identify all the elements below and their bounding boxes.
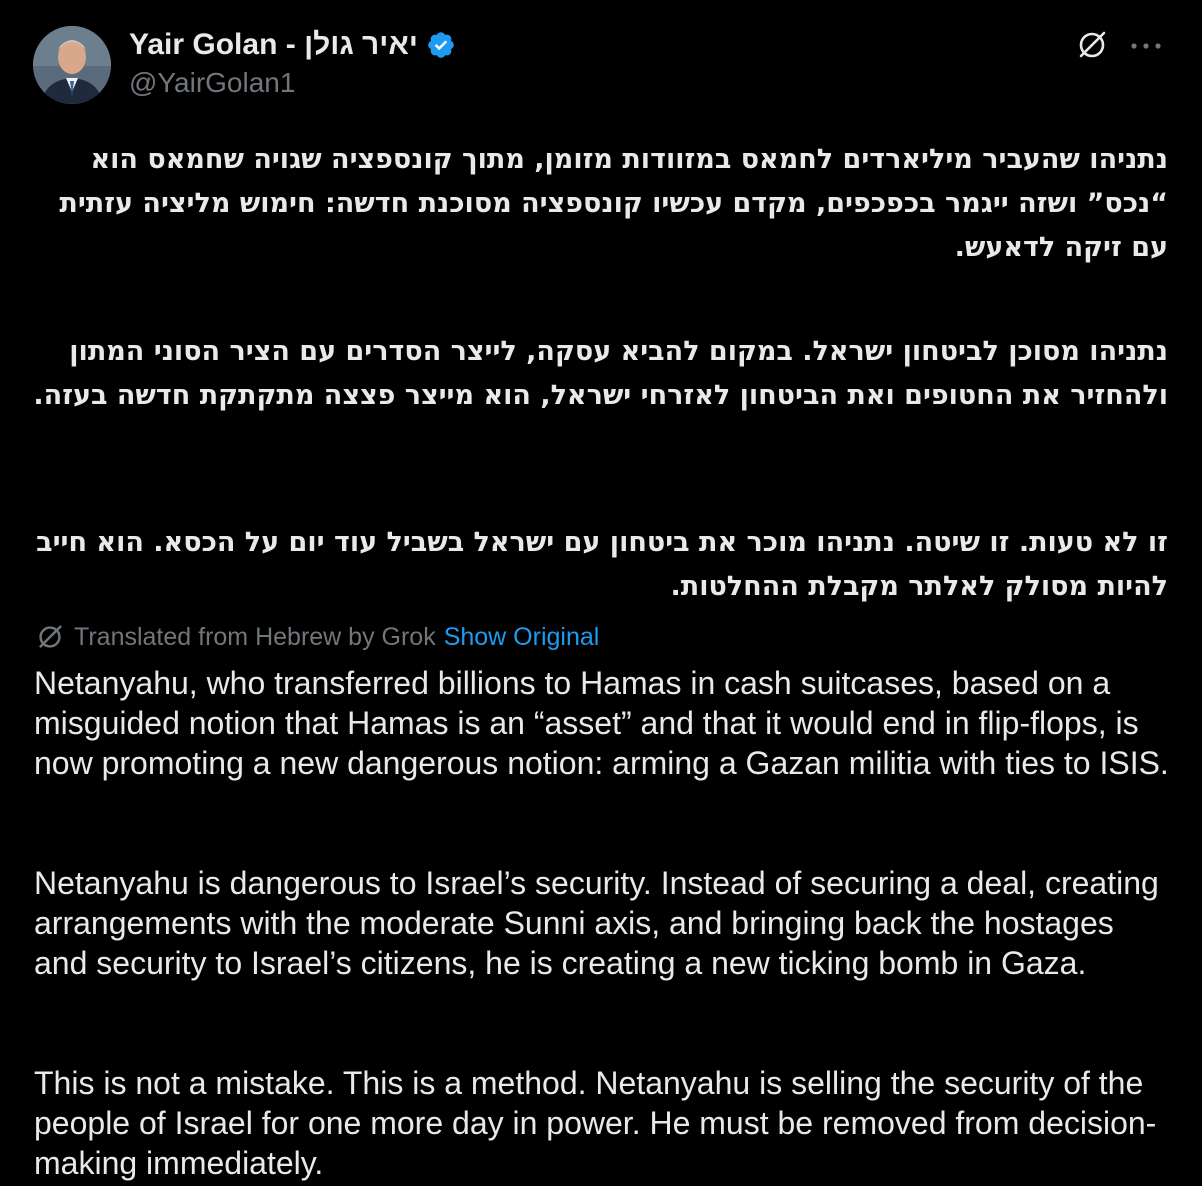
english-paragraph-1: Netanyahu, who transferred billions to H… bbox=[34, 663, 1174, 783]
show-original-link[interactable]: Show Original bbox=[444, 623, 600, 652]
hebrew-paragraph-2-text: נתניהו מסוכן לביטחון ישראל. במקום להביא … bbox=[33, 336, 1168, 411]
author-name-row: Yair Golan - יאיר גולן bbox=[129, 26, 456, 64]
english-paragraph-2: Netanyahu is dangerous to Israel’s secur… bbox=[34, 863, 1174, 983]
hebrew-paragraph-2: נתניהו מסוכן לביטחון ישראל. במקום להביא … bbox=[30, 330, 1168, 418]
tweet-card: Yair Golan - יאיר גולן @YairGolan1 נתניה… bbox=[0, 0, 1202, 1186]
grok-icon[interactable] bbox=[1075, 28, 1109, 62]
author-handle[interactable]: @YairGolan1 bbox=[129, 67, 295, 99]
grok-translate-icon bbox=[34, 621, 66, 653]
english-paragraph-2-text: Netanyahu is dangerous to Israel’s secur… bbox=[34, 865, 1159, 981]
hebrew-paragraph-3: זו לא טעות. זו שיטה. נתניהו מוכר את ביטח… bbox=[30, 521, 1168, 609]
english-paragraph-3-text: This is not a mistake. This is a method.… bbox=[34, 1065, 1157, 1181]
english-paragraph-1-text: Netanyahu, who transferred billions to H… bbox=[34, 665, 1169, 781]
verified-badge-icon[interactable] bbox=[426, 30, 456, 60]
author-avatar[interactable] bbox=[33, 26, 111, 104]
translation-notice: Translated from Hebrew by Grok Show Orig… bbox=[34, 620, 599, 654]
author-display-name[interactable]: Yair Golan - יאיר גולן bbox=[129, 28, 418, 62]
hebrew-paragraph-1: נתניהו שהעביר מיליארדים לחמאס במזוודות מ… bbox=[30, 138, 1168, 270]
more-options-icon[interactable] bbox=[1128, 36, 1164, 56]
english-paragraph-3: This is not a mistake. This is a method.… bbox=[34, 1063, 1174, 1183]
translated-from-label: Translated from Hebrew by Grok bbox=[74, 622, 436, 651]
person-portrait-avatar-icon bbox=[33, 26, 111, 104]
hebrew-paragraph-3-text: זו לא טעות. זו שיטה. נתניהו מוכר את ביטח… bbox=[36, 527, 1168, 602]
hebrew-paragraph-1-text: נתניהו שהעביר מיליארדים לחמאס במזוודות מ… bbox=[59, 144, 1168, 263]
